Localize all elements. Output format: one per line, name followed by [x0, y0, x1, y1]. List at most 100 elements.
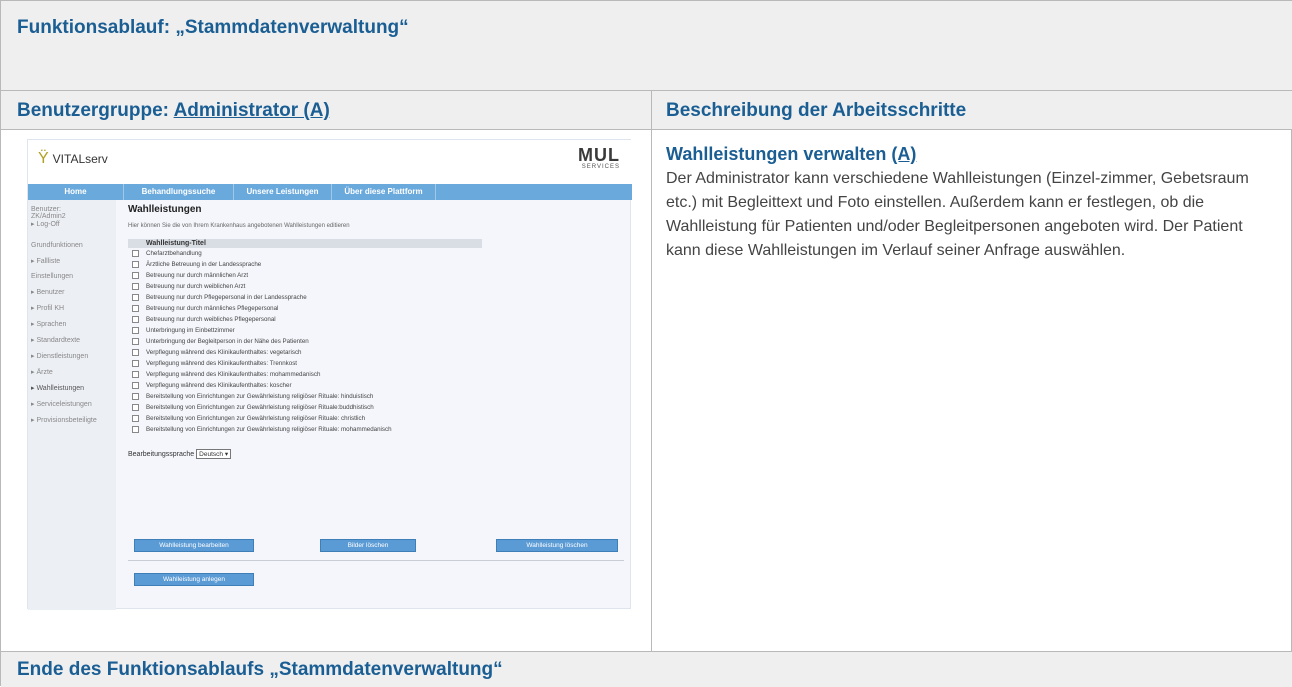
- wahlleistung-label: Betreuung nur durch weibliches Pflegeper…: [146, 316, 276, 323]
- sidebar-benutzer[interactable]: ▸ Benutzer: [28, 288, 116, 296]
- sidebar-sprachen[interactable]: ▸ Sprachen: [28, 320, 116, 328]
- nav-ueber-plattform[interactable]: Über diese Plattform: [332, 184, 436, 200]
- wahlleistung-checkbox[interactable]: [132, 426, 139, 433]
- wahlleistung-item: Unterbringung im Einbettzimmer: [132, 325, 623, 336]
- wahlleistung-item: Verpflegung während des Klinikaufenthalt…: [132, 369, 623, 380]
- mul-logo-text: MUL: [578, 145, 620, 165]
- create-wahlleistung-button[interactable]: Wahlleistung anlegen: [134, 573, 254, 586]
- wahlleistung-label: Bereitstellung von Einrichtungen zur Gew…: [146, 404, 374, 411]
- button-separator: [128, 560, 624, 561]
- header-row: Benutzergruppe: Administrator (A) Beschr…: [1, 91, 1292, 130]
- wahlleistung-checkbox[interactable]: [132, 393, 139, 400]
- wahlleistung-label: Verpflegung während des Klinikaufenthalt…: [146, 382, 292, 389]
- wahlleistung-checkbox[interactable]: [132, 261, 139, 268]
- wahlleistung-label: Betreuung nur durch Pflegepersonal in de…: [146, 294, 307, 301]
- wahlleistung-item: Chefarztbehandlung: [132, 248, 623, 259]
- wahlleistung-item: Verpflegung während des Klinikaufenthalt…: [132, 380, 623, 391]
- wahlleistung-label: Chefarztbehandlung: [146, 250, 202, 257]
- column-header: Wahlleistung-Titel: [128, 239, 482, 248]
- wahlleistung-item: Betreuung nur durch männliches Pflegeper…: [132, 303, 623, 314]
- wahlleistung-label: Betreuung nur durch weiblichen Arzt: [146, 283, 246, 290]
- user-group-prefix: Benutzergruppe:: [17, 100, 174, 121]
- wahlleistung-checkbox[interactable]: [132, 250, 139, 257]
- sidebar-profil-kh[interactable]: ▸ Profil KH: [28, 304, 116, 312]
- app-page-title: Wahlleistungen: [128, 204, 202, 215]
- wahlleistung-item: Bereitstellung von Einrichtungen zur Gew…: [132, 424, 623, 435]
- sidebar-user-name: ZK/Admin2: [31, 213, 66, 220]
- wahlleistung-checkbox[interactable]: [132, 382, 139, 389]
- column-divider: [651, 91, 652, 651]
- wahlleistung-item: Bereitstellung von Einrichtungen zur Gew…: [132, 391, 623, 402]
- wahlleistung-checkbox[interactable]: [132, 283, 139, 290]
- description-heading-text: Wahlleistungen verwalten: [666, 144, 892, 164]
- sidebar-aerzte[interactable]: ▸ Ärzte: [28, 368, 116, 376]
- footer-row: Ende des Funktionsablaufs „Stammdatenver…: [1, 651, 1292, 687]
- wahlleistung-item: Verpflegung während des Klinikaufenthalt…: [132, 347, 623, 358]
- sidebar-grundfunktionen: Grundfunktionen: [31, 242, 83, 249]
- wahlleistung-checkbox[interactable]: [132, 360, 139, 367]
- description-text: Der Administrator kann verschiedene Wahl…: [666, 170, 1249, 259]
- wahlleistung-label: Unterbringung im Einbettzimmer: [146, 327, 235, 334]
- wahlleistung-label: Bereitstellung von Einrichtungen zur Gew…: [146, 415, 366, 422]
- wahlleistung-item: Ärztliche Betreuung in der Landessprache: [132, 259, 623, 270]
- wahlleistung-checkbox[interactable]: [132, 327, 139, 334]
- description-cell: Wahlleistungen verwalten (A) Der Adminis…: [666, 144, 1276, 263]
- wahlleistung-label: Verpflegung während des Klinikaufenthalt…: [146, 371, 321, 378]
- wahlleistung-checkbox[interactable]: [132, 272, 139, 279]
- nav-behandlungssuche[interactable]: Behandlungssuche: [124, 184, 234, 200]
- mul-logo-subtext: SERVICES: [581, 164, 620, 170]
- sidebar-serviceleistungen[interactable]: ▸ Serviceleistungen: [28, 400, 116, 408]
- wahlleistung-checkbox[interactable]: [132, 305, 139, 312]
- app-sidebar: Benutzer: ZK/Admin2 ▸ Log-Off Grundfunkt…: [28, 200, 116, 610]
- wahlleistung-item: Bereitstellung von Einrichtungen zur Gew…: [132, 402, 623, 413]
- language-select[interactable]: Deutsch ▾: [196, 449, 232, 459]
- sidebar-standardtexte[interactable]: ▸ Standardtexte: [28, 336, 116, 344]
- app-topbar: Ÿ VITALserv MUL SERVICES: [28, 140, 632, 184]
- vitalserv-logo: Ÿ VITALserv: [38, 150, 108, 168]
- sidebar-dienstleistungen[interactable]: ▸ Dienstleistungen: [28, 352, 116, 360]
- wahlleistung-item: Betreuung nur durch weiblichen Arzt: [132, 281, 623, 292]
- wahlleistung-item: Bereitstellung von Einrichtungen zur Gew…: [132, 413, 623, 424]
- sidebar-provisionsbeteiligte[interactable]: ▸ Provisionsbeteiligte: [28, 416, 116, 424]
- sidebar-fallliste[interactable]: ▸ Fallliste: [28, 257, 116, 265]
- language-value: Deutsch: [199, 451, 224, 458]
- wahlleistung-item: Betreuung nur durch Pflegepersonal in de…: [132, 292, 623, 303]
- app-screenshot: Ÿ VITALserv MUL SERVICES Home Behandlung…: [27, 139, 632, 610]
- app-nav: Home Behandlungssuche Unsere Leistungen …: [28, 184, 632, 200]
- steps-description-heading: Beschreibung der Arbeitsschritte: [666, 100, 967, 121]
- edit-wahlleistung-button[interactable]: Wahlleistung bearbeiten: [134, 539, 254, 552]
- wahlleistung-checkbox[interactable]: [132, 415, 139, 422]
- wahlleistung-item: Unterbringung der Begleitperson in der N…: [132, 336, 623, 347]
- wahlleistung-checkbox[interactable]: [132, 316, 139, 323]
- language-row: Bearbeitungssprache Deutsch ▾: [128, 449, 623, 459]
- wahlleistung-checkbox[interactable]: [132, 349, 139, 356]
- user-group-heading: Benutzergruppe: Administrator (A): [17, 100, 330, 122]
- nav-unsere-leistungen[interactable]: Unsere Leistungen: [234, 184, 332, 200]
- delete-wahlleistung-button[interactable]: Wahlleistung löschen: [496, 539, 618, 552]
- wahlleistung-item: Betreuung nur durch weibliches Pflegeper…: [132, 314, 623, 325]
- vitalserv-logo-icon: Ÿ: [38, 150, 49, 167]
- wahlleistung-checkbox[interactable]: [132, 371, 139, 378]
- vitalserv-logo-text: VITALserv: [52, 152, 108, 166]
- mul-services-logo: MUL SERVICES: [578, 146, 620, 170]
- wahlleistung-checkbox[interactable]: [132, 404, 139, 411]
- document-table: Funktionsablauf: „Stammdatenverwaltung“ …: [0, 0, 1292, 687]
- description-heading-link[interactable]: (A): [891, 144, 916, 164]
- wahlleistung-checkbox[interactable]: [132, 294, 139, 301]
- sidebar-wahlleistungen[interactable]: ▸ Wahlleistungen: [28, 384, 116, 392]
- footer-text: Ende des Funktionsablaufs „Stammdatenver…: [17, 659, 503, 680]
- description-heading: Wahlleistungen verwalten (A): [666, 144, 1276, 165]
- user-group-link[interactable]: Administrator (A): [174, 100, 330, 121]
- title-row: Funktionsablauf: „Stammdatenverwaltung“: [1, 1, 1292, 91]
- app-page-subtitle: Hier können Sie die von Ihrem Krankenhau…: [128, 223, 350, 229]
- wahlleistung-label: Verpflegung während des Klinikaufenthalt…: [146, 349, 302, 356]
- wahlleistung-checkbox[interactable]: [132, 338, 139, 345]
- wahlleistung-label: Ärztliche Betreuung in der Landessprache: [146, 261, 262, 268]
- sidebar-logoff[interactable]: ▸ Log-Off: [28, 220, 116, 228]
- wahlleistung-list: Chefarztbehandlung Ärztliche Betreuung in…: [128, 248, 623, 435]
- nav-home[interactable]: Home: [28, 184, 124, 200]
- delete-images-button[interactable]: Bilder löschen: [320, 539, 416, 552]
- wahlleistung-label: Betreuung nur durch männlichen Arzt: [146, 272, 249, 279]
- wahlleistung-item: Betreuung nur durch männlichen Arzt: [132, 270, 623, 281]
- wahlleistung-item: Verpflegung während des Klinikaufenthalt…: [132, 358, 623, 369]
